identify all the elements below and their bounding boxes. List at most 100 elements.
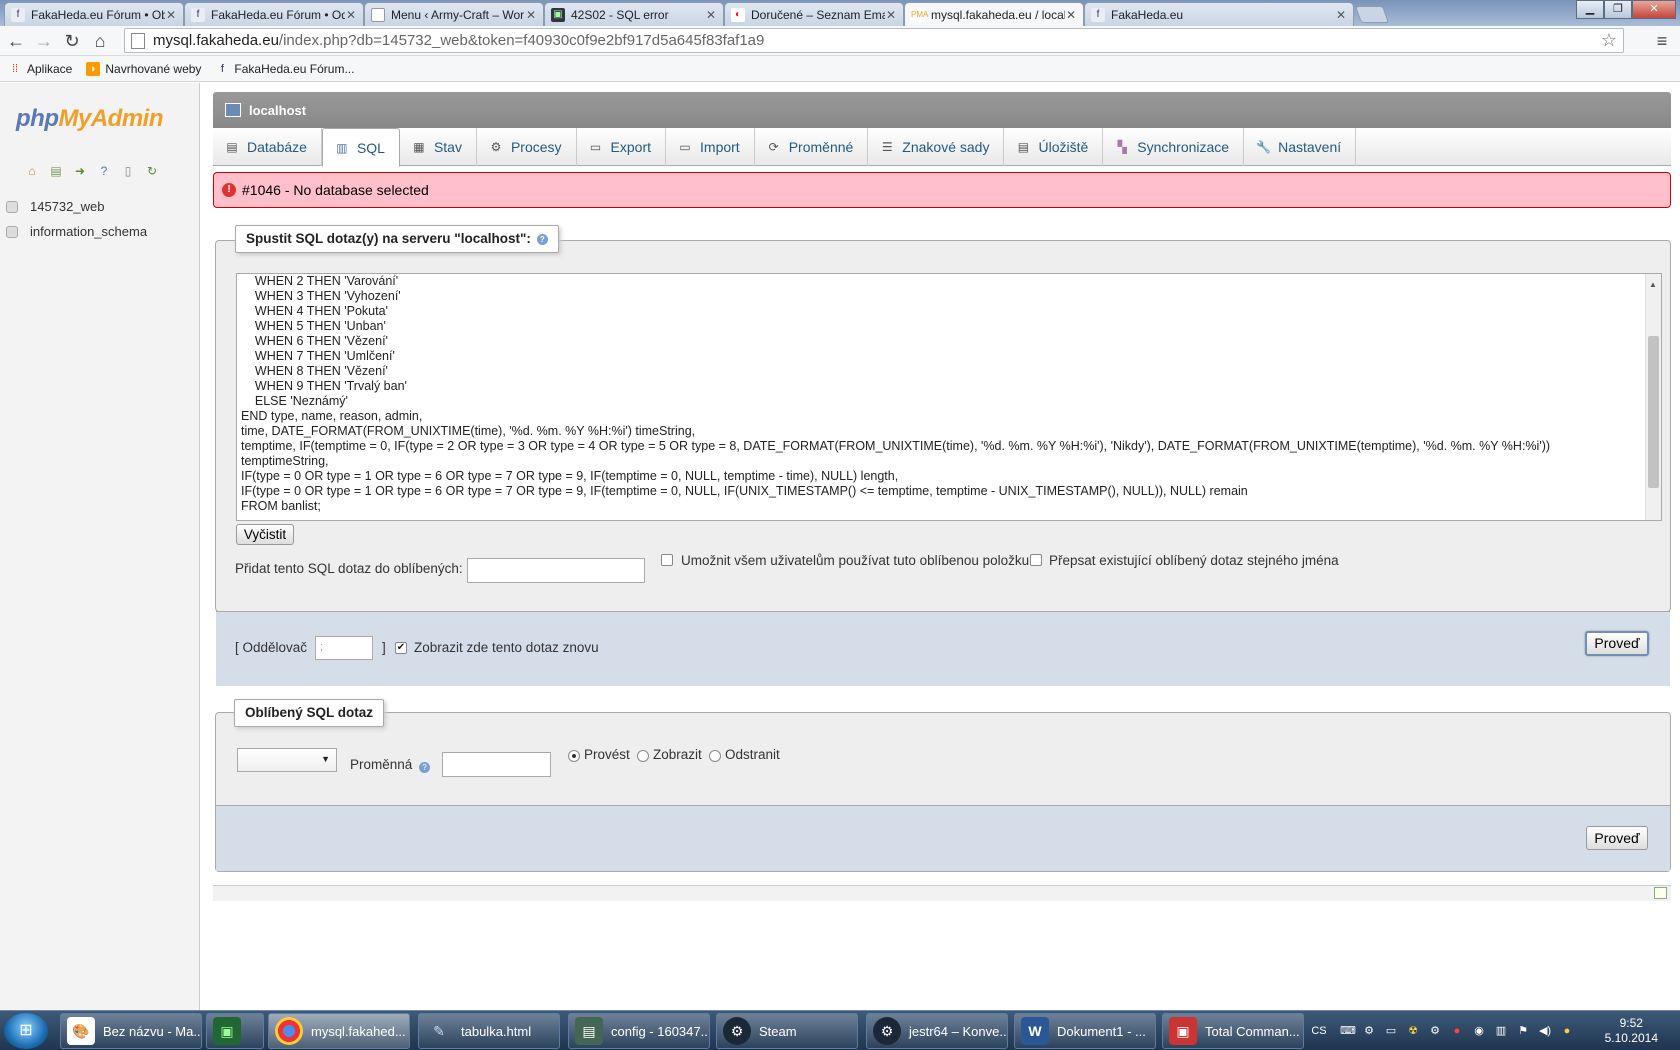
- bookmark-apps[interactable]: ⁞⁞ Aplikace: [8, 62, 72, 76]
- tab-engines[interactable]: ▤ Úložiště: [1004, 128, 1104, 166]
- start-button[interactable]: ⊞: [4, 1013, 48, 1049]
- go-button[interactable]: Proveď: [1585, 631, 1649, 656]
- browser-tab-title: FakaHeda.eu Fórum • Ode: [211, 7, 345, 22]
- close-icon[interactable]: ✕: [705, 8, 717, 22]
- taskbar-item-monitor[interactable]: ▣: [206, 1013, 264, 1049]
- browser-tab-3[interactable]: Menu ‹ Army-Craft – Wor ✕: [364, 2, 544, 26]
- bookmark-go-button[interactable]: Proveď: [1586, 826, 1648, 850]
- help-icon[interactable]: ?: [536, 233, 548, 245]
- steam-tray-icon-2[interactable]: ⚙: [1428, 1024, 1442, 1038]
- taskbar-item-editor[interactable]: ✎ tabulka.html: [418, 1013, 560, 1049]
- taskbar-item-config[interactable]: ▤ config - 160347...: [568, 1013, 710, 1049]
- close-icon[interactable]: ✕: [525, 8, 537, 22]
- replace-bookmark-checkbox[interactable]: [1030, 554, 1042, 566]
- browser-tab-4[interactable]: ▣ 42S02 - SQL error ✕: [544, 2, 724, 26]
- tab-label: Synchronizace: [1137, 139, 1230, 155]
- keyboard-icon[interactable]: ⌨: [1340, 1024, 1356, 1038]
- query-window-icon[interactable]: ➜: [72, 163, 88, 179]
- alert-icon[interactable]: ●: [1450, 1024, 1464, 1038]
- new-window-icon[interactable]: [1654, 887, 1667, 899]
- logout-icon[interactable]: ▤: [48, 163, 64, 179]
- scroll-up-icon[interactable]: ▲: [1649, 277, 1657, 292]
- taskbar-item-steam[interactable]: ⚙ Steam: [716, 1013, 858, 1049]
- server-name[interactable]: localhost: [249, 103, 306, 118]
- tab-databases[interactable]: ▤ Databáze: [213, 128, 322, 166]
- scrollbar-thumb[interactable]: [1648, 336, 1659, 488]
- radio-delete[interactable]: [709, 750, 721, 762]
- star-icon[interactable]: ☆: [1601, 30, 1617, 51]
- help-icon[interactable]: ?: [96, 163, 112, 179]
- flag-icon[interactable]: ⚑: [1516, 1024, 1530, 1038]
- browser-tab-2[interactable]: f FakaHeda.eu Fórum • Ode ✕: [184, 2, 364, 26]
- taskbar-item-chrome[interactable]: mysql.fakahed...: [268, 1013, 410, 1049]
- tab-settings[interactable]: 🔧 Nastavení: [1244, 128, 1357, 166]
- taskbar-item-paint[interactable]: 🎨 Bez názvu - Ma...: [60, 1013, 202, 1049]
- docs-icon[interactable]: ▯: [120, 163, 136, 179]
- forward-icon[interactable]: →: [32, 30, 56, 52]
- page-footer-bar: [213, 885, 1671, 901]
- import-icon: ▭: [679, 140, 691, 154]
- phpmyadmin-logo[interactable]: phpMyAdmin: [16, 105, 163, 133]
- close-icon[interactable]: ✕: [345, 8, 357, 22]
- tab-processes[interactable]: ⚙ Procesy: [477, 128, 577, 166]
- radio-view[interactable]: [637, 750, 649, 762]
- textarea-scrollbar[interactable]: ▲: [1645, 274, 1661, 520]
- tab-status[interactable]: ▦ Stav: [400, 128, 477, 166]
- tab-sql[interactable]: ▥ SQL: [321, 128, 400, 167]
- close-icon[interactable]: ✕: [1335, 8, 1347, 22]
- address-bar[interactable]: mysql.fakaheda.eu/index.php?db=145732_we…: [124, 28, 1624, 53]
- maximize-button[interactable]: ❐: [1604, 0, 1632, 19]
- browser-tab-1[interactable]: f FakaHeda.eu Fórum • Obs ✕: [4, 2, 184, 26]
- browser-tab-6[interactable]: PMA mysql.fakaheda.eu / locall ✕: [904, 2, 1084, 27]
- tab-export[interactable]: ▭ Export: [577, 128, 667, 166]
- new-tab-button[interactable]: [1354, 6, 1390, 23]
- browser-tab-title: FakaHeda.eu Fórum • Obs: [31, 7, 165, 22]
- home-icon[interactable]: ⌂: [24, 163, 40, 179]
- close-icon[interactable]: ✕: [1065, 8, 1077, 22]
- clock[interactable]: 9:52 5.10.2014: [1605, 1016, 1658, 1046]
- home-icon[interactable]: ⌂: [88, 30, 112, 52]
- minimize-button[interactable]: ▁: [1576, 0, 1604, 19]
- variable-input[interactable]: [442, 752, 551, 777]
- tab-charsets[interactable]: ☰ Znakové sady: [868, 128, 1005, 166]
- tab-import[interactable]: ▭ Import: [666, 128, 755, 166]
- sun-icon[interactable]: ●: [1560, 1024, 1574, 1038]
- sql-query-textarea[interactable]: WHEN 2 THEN 'Varování' WHEN 3 THEN 'Vyho…: [236, 273, 1662, 521]
- bookmark-name-input[interactable]: [467, 558, 645, 583]
- radio-execute[interactable]: [568, 750, 580, 762]
- back-icon[interactable]: ←: [4, 30, 28, 52]
- radio-execute-label: Provést: [584, 747, 630, 762]
- delimiter-input[interactable]: ;: [315, 636, 373, 660]
- help-icon[interactable]: ?: [419, 762, 430, 773]
- browser-tab-7[interactable]: f FakaHeda.eu ✕: [1084, 2, 1354, 26]
- browser-tab-5[interactable]: ◐ Doručené – Seznam Email ✕: [724, 2, 904, 26]
- bookmark-select[interactable]: ▼: [237, 748, 337, 772]
- taskbar-item-total-commander[interactable]: ▣ Total Comman...: [1162, 1013, 1304, 1049]
- close-window-button[interactable]: ✕: [1632, 0, 1676, 19]
- sql-line: temptimeString,: [241, 454, 329, 468]
- bookmark-suggested[interactable]: ◗ Navrhované weby: [86, 61, 201, 76]
- language-indicator[interactable]: CS: [1310, 1024, 1328, 1038]
- db-item-145732-web[interactable]: 145732_web: [6, 199, 104, 214]
- bookmark-forum[interactable]: f FakaHeda.eu Fórum...: [215, 62, 355, 76]
- network-icon[interactable]: ▥: [1494, 1024, 1508, 1038]
- taskbar-item-steam-chat[interactable]: ⚙ jestr64 – Konve...: [866, 1013, 1008, 1049]
- close-icon[interactable]: ✕: [885, 8, 897, 22]
- volume-icon[interactable]: ◀): [1538, 1024, 1552, 1038]
- tab-synchronize[interactable]: ▚ Synchronizace: [1103, 128, 1245, 166]
- allow-all-checkbox[interactable]: [661, 554, 673, 566]
- window-icon[interactable]: ▭: [1384, 1024, 1398, 1038]
- clear-button[interactable]: Vyčistit: [236, 524, 294, 545]
- steam-tray-icon[interactable]: ⚙: [1362, 1024, 1376, 1038]
- sql-line: time, DATE_FORMAT(FROM_UNIXTIME(time), '…: [241, 424, 696, 438]
- taskbar-item-word[interactable]: W Dokument1 - ...: [1014, 1013, 1156, 1049]
- close-icon[interactable]: ✕: [165, 8, 177, 22]
- refresh-icon[interactable]: ↻: [144, 163, 160, 179]
- show-again-checkbox[interactable]: ✔: [395, 642, 407, 654]
- menu-icon[interactable]: ≡: [1650, 30, 1674, 52]
- radiation-icon[interactable]: ☢: [1406, 1024, 1420, 1038]
- disc-icon[interactable]: ◉: [1472, 1024, 1486, 1038]
- db-item-information-schema[interactable]: information_schema: [6, 224, 147, 239]
- tab-variables[interactable]: ⟳ Proměnné: [755, 128, 869, 166]
- reload-icon[interactable]: ↻: [60, 30, 84, 52]
